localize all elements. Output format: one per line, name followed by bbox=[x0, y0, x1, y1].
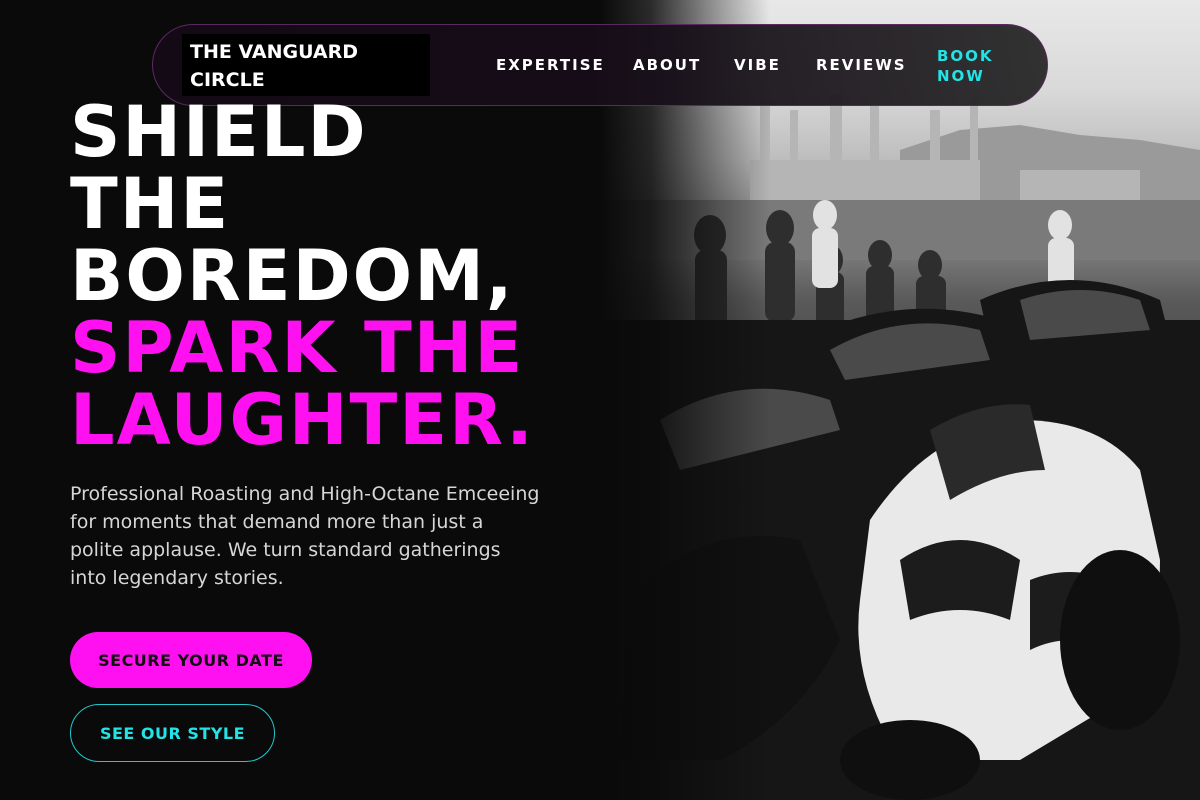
nav-item-expertise[interactable]: EXPERTISE bbox=[496, 56, 605, 74]
nav-item-vibe[interactable]: VIBE bbox=[734, 56, 781, 74]
nav-item-reviews[interactable]: REVIEWS bbox=[816, 56, 907, 74]
motorcycle-scene-image bbox=[600, 95, 1200, 800]
brand-logo[interactable]: THE VANGUARD CIRCLE bbox=[182, 34, 430, 96]
hero-headline: SHIELD THE BOREDOM, SPARK THE LAUGHTER. bbox=[70, 96, 590, 456]
book-now-link[interactable]: BOOK NOW bbox=[937, 46, 1007, 86]
hero-photo bbox=[600, 0, 1200, 800]
headline-accent-1: SPARK THE bbox=[70, 307, 525, 389]
see-our-style-button[interactable]: SEE OUR STYLE bbox=[70, 704, 275, 762]
secure-your-date-button[interactable]: SECURE YOUR DATE bbox=[70, 632, 312, 688]
hero-lead-text: Professional Roasting and High-Octane Em… bbox=[70, 483, 540, 589]
nav-item-about[interactable]: ABOUT bbox=[633, 56, 701, 74]
headline-accent-2: LAUGHTER. bbox=[70, 379, 535, 461]
headline-line-1: SHIELD bbox=[70, 91, 368, 173]
headline-line-3: BOREDOM, bbox=[70, 235, 515, 317]
headline-line-2: THE bbox=[70, 163, 231, 245]
